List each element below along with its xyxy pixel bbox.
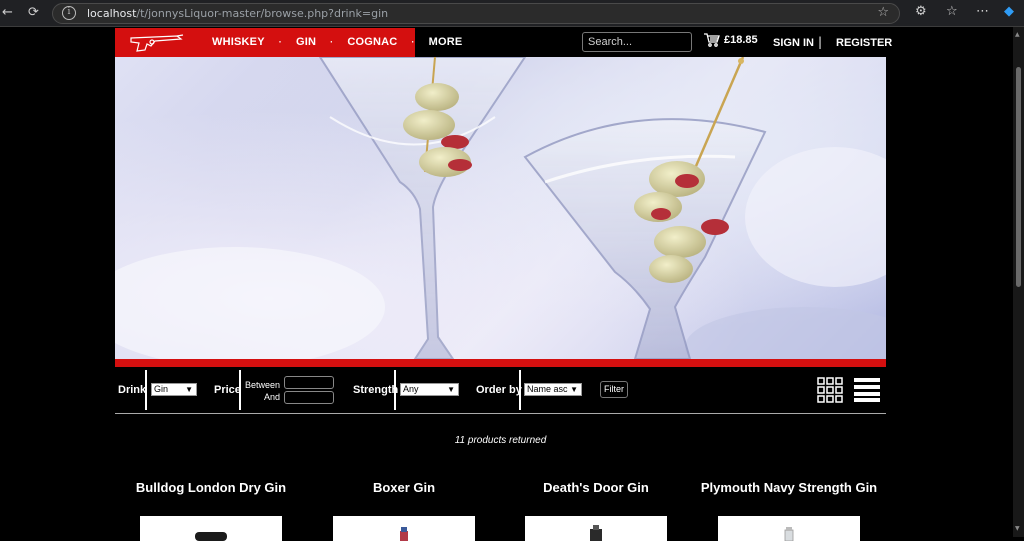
order-by-select[interactable]: Name asc ▼: [524, 383, 582, 396]
bottle-image: [784, 527, 794, 541]
bottle-image: [400, 527, 408, 541]
search-input[interactable]: [582, 32, 692, 52]
menu-item-cognac[interactable]: COGNAC: [347, 36, 397, 48]
product-name[interactable]: Death's Door Gin: [500, 480, 692, 495]
filter-button[interactable]: Filter: [600, 381, 628, 398]
drink-select-value: Gin: [154, 384, 169, 394]
brand-bar: WHISKEY · GIN · COGNAC · MORE: [115, 28, 462, 57]
menu-item-more[interactable]: MORE: [429, 36, 463, 48]
extensions-icon[interactable]: ⚙: [915, 4, 927, 19]
strength-select-value: Any: [403, 384, 419, 394]
drink-label: Drink: [118, 384, 147, 396]
sign-in-link[interactable]: SIGN IN: [773, 37, 814, 49]
strength-label: Strength: [353, 384, 399, 396]
product-name[interactable]: Bulldog London Dry Gin: [115, 480, 307, 495]
price-max-input[interactable]: [284, 391, 334, 404]
page-scrollbar[interactable]: ▲ ▼: [1013, 27, 1024, 537]
results-count: 11 products returned: [454, 435, 547, 446]
copilot-icon[interactable]: ◆: [1004, 4, 1014, 19]
hero-banner: [115, 57, 886, 359]
product-card[interactable]: Bulldog London Dry Gin: [115, 480, 307, 541]
menu-item-gin[interactable]: GIN: [296, 36, 316, 48]
bottle-image: [195, 532, 227, 541]
address-bar[interactable]: i localhost/t/jonnysLiquor-master/browse…: [52, 3, 900, 24]
scroll-down-icon[interactable]: ▼: [1015, 525, 1020, 532]
product-image[interactable]: [140, 516, 282, 541]
strength-select[interactable]: Any ▼: [400, 383, 459, 396]
scroll-up-icon[interactable]: ▲: [1015, 31, 1020, 38]
site-info-icon[interactable]: i: [62, 6, 76, 20]
menu-separator: ·: [330, 37, 334, 47]
divider: [519, 370, 521, 410]
favorite-star-icon[interactable]: ☆: [877, 5, 889, 20]
back-icon[interactable]: ←: [2, 5, 13, 21]
header-separator: |: [818, 35, 823, 49]
menu-item-whiskey[interactable]: WHISKEY: [212, 36, 265, 48]
bottle-image: [590, 525, 602, 541]
list-view-icon[interactable]: [854, 378, 880, 402]
favorites-icon[interactable]: ☆: [946, 4, 958, 19]
url-text[interactable]: localhost/t/jonnysLiquor-master/browse.p…: [87, 7, 388, 20]
scrollbar-thumb[interactable]: [1016, 67, 1021, 287]
price-min-input[interactable]: [284, 376, 334, 389]
product-card[interactable]: Death's Door Gin: [500, 480, 692, 541]
divider: [239, 370, 241, 410]
martini-glasses-image: [115, 57, 886, 359]
order-by-select-value: Name asc: [527, 384, 568, 394]
more-options-icon[interactable]: ⋯: [976, 4, 989, 19]
cart-button[interactable]: £18.85: [704, 33, 758, 47]
between-label: Between: [245, 380, 281, 390]
menu-separator: ·: [411, 37, 415, 47]
price-label: Price: [214, 384, 241, 396]
divider: [394, 370, 396, 410]
product-name[interactable]: Boxer Gin: [308, 480, 500, 495]
drink-select[interactable]: Gin ▼: [151, 383, 197, 396]
product-image[interactable]: [333, 516, 475, 541]
product-card[interactable]: Boxer Gin: [308, 480, 500, 541]
grid-view-icon[interactable]: [817, 377, 843, 403]
product-image[interactable]: [718, 516, 860, 541]
main-menu: WHISKEY · GIN · COGNAC · MORE: [212, 36, 462, 48]
reload-icon[interactable]: ⟳: [28, 5, 39, 21]
price-range-labels: Between And: [245, 379, 280, 403]
product-image[interactable]: [525, 516, 667, 541]
site-header: WHISKEY · GIN · COGNAC · MORE £18.85 SIG…: [115, 28, 892, 57]
chevron-down-icon: ▼: [447, 385, 455, 394]
revolver-logo-icon[interactable]: [125, 30, 187, 54]
divider: [145, 370, 147, 410]
chevron-down-icon: ▼: [570, 385, 578, 394]
filter-bar: Drink Gin ▼ Price Between And Strength A…: [115, 370, 886, 414]
cart-total: £18.85: [724, 34, 758, 46]
order-by-label: Order by: [476, 384, 522, 396]
shopping-cart-icon: [704, 33, 720, 47]
hero-accent-bar: [115, 359, 886, 367]
register-link[interactable]: REGISTER: [836, 37, 892, 49]
product-card[interactable]: Plymouth Navy Strength Gin: [693, 480, 885, 541]
product-name[interactable]: Plymouth Navy Strength Gin: [693, 480, 885, 495]
menu-separator: ·: [278, 37, 282, 47]
and-label: And: [264, 392, 281, 402]
chevron-down-icon: ▼: [185, 385, 193, 394]
browser-toolbar: ← ⟳ i localhost/t/jonnysLiquor-master/br…: [0, 0, 1024, 27]
